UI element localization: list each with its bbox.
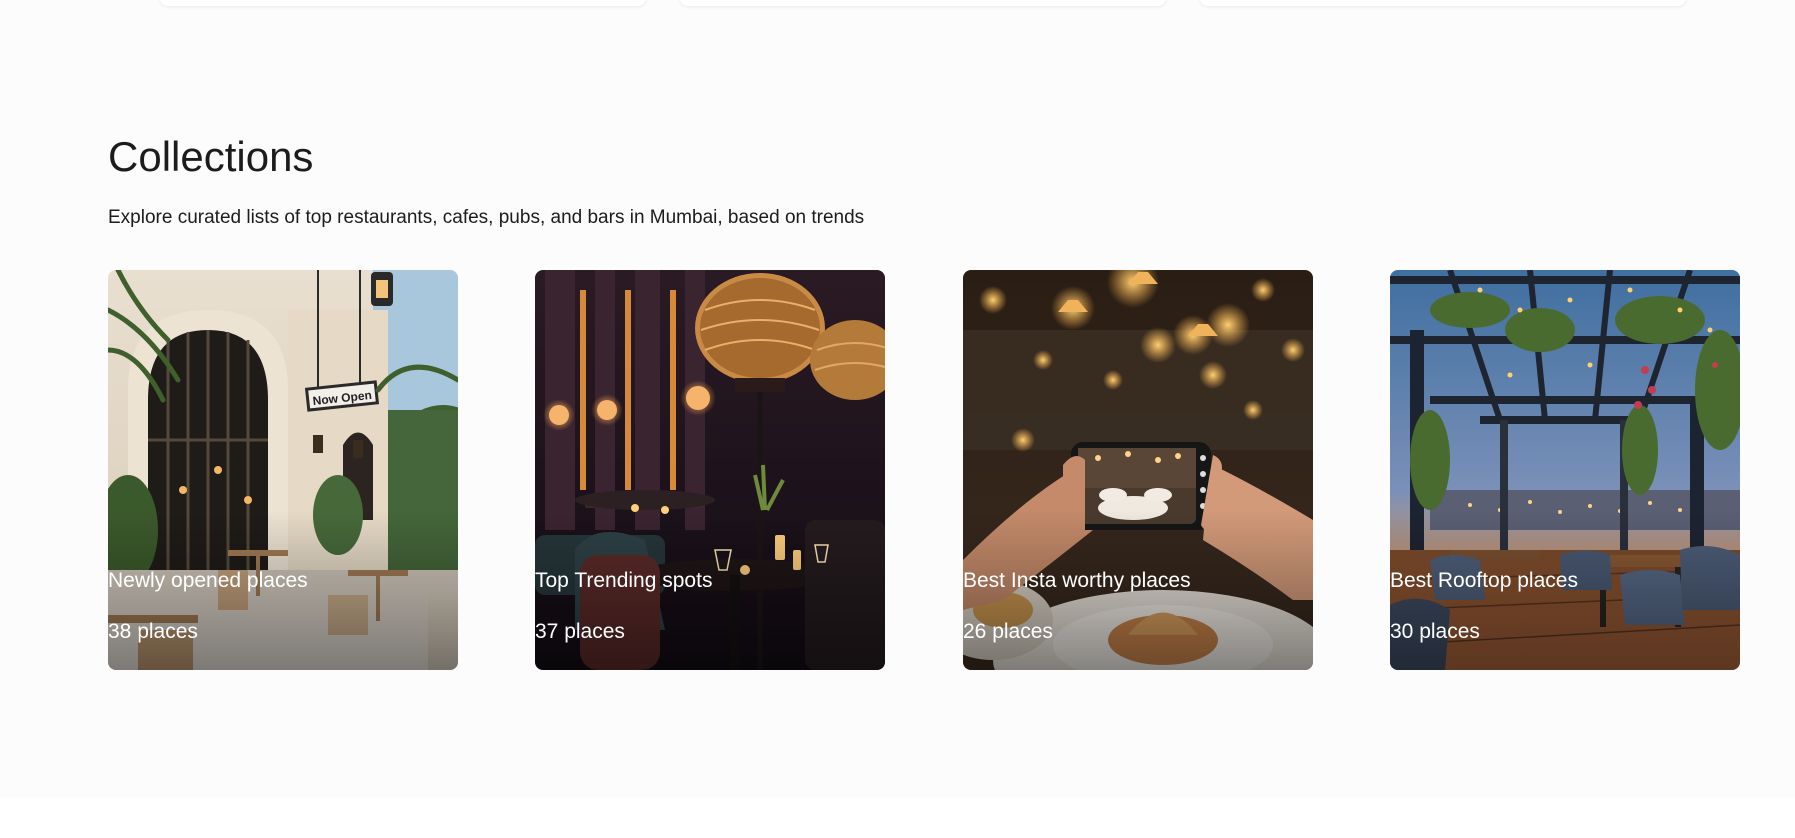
section-subtitle: Explore curated lists of top restaurants… [108, 207, 865, 228]
collection-card-title: Newly opened places [108, 569, 308, 592]
previous-section-card[interactable] [160, 0, 646, 6]
collection-card-title: Top Trending spots [535, 569, 713, 592]
page: Collections Explore curated lists of top… [0, 0, 1795, 838]
previous-section-card[interactable] [680, 0, 1166, 6]
collection-card-insta-worthy[interactable]: Best Insta worthy places 26 places [963, 270, 1313, 670]
collection-card-title: Best Insta worthy places [963, 569, 1191, 592]
collection-card-count: 37 places [535, 620, 625, 643]
previous-section-card[interactable] [1200, 0, 1686, 6]
collection-card-count: 26 places [963, 620, 1053, 643]
collection-card-top-trending[interactable]: Top Trending spots 37 places [535, 270, 885, 670]
collection-card-rooftop[interactable]: Best Rooftop places 30 places [1390, 270, 1740, 670]
collection-card-title: Best Rooftop places [1390, 569, 1578, 592]
collection-card-newly-opened[interactable]: Now Open Newly opened places 38 places [108, 270, 458, 670]
collection-card-count: 38 places [108, 620, 198, 643]
collection-card-count: 30 places [1390, 620, 1480, 643]
collections-section: Collections Explore curated lists of top… [0, 0, 1795, 798]
section-title: Collections [108, 133, 314, 180]
